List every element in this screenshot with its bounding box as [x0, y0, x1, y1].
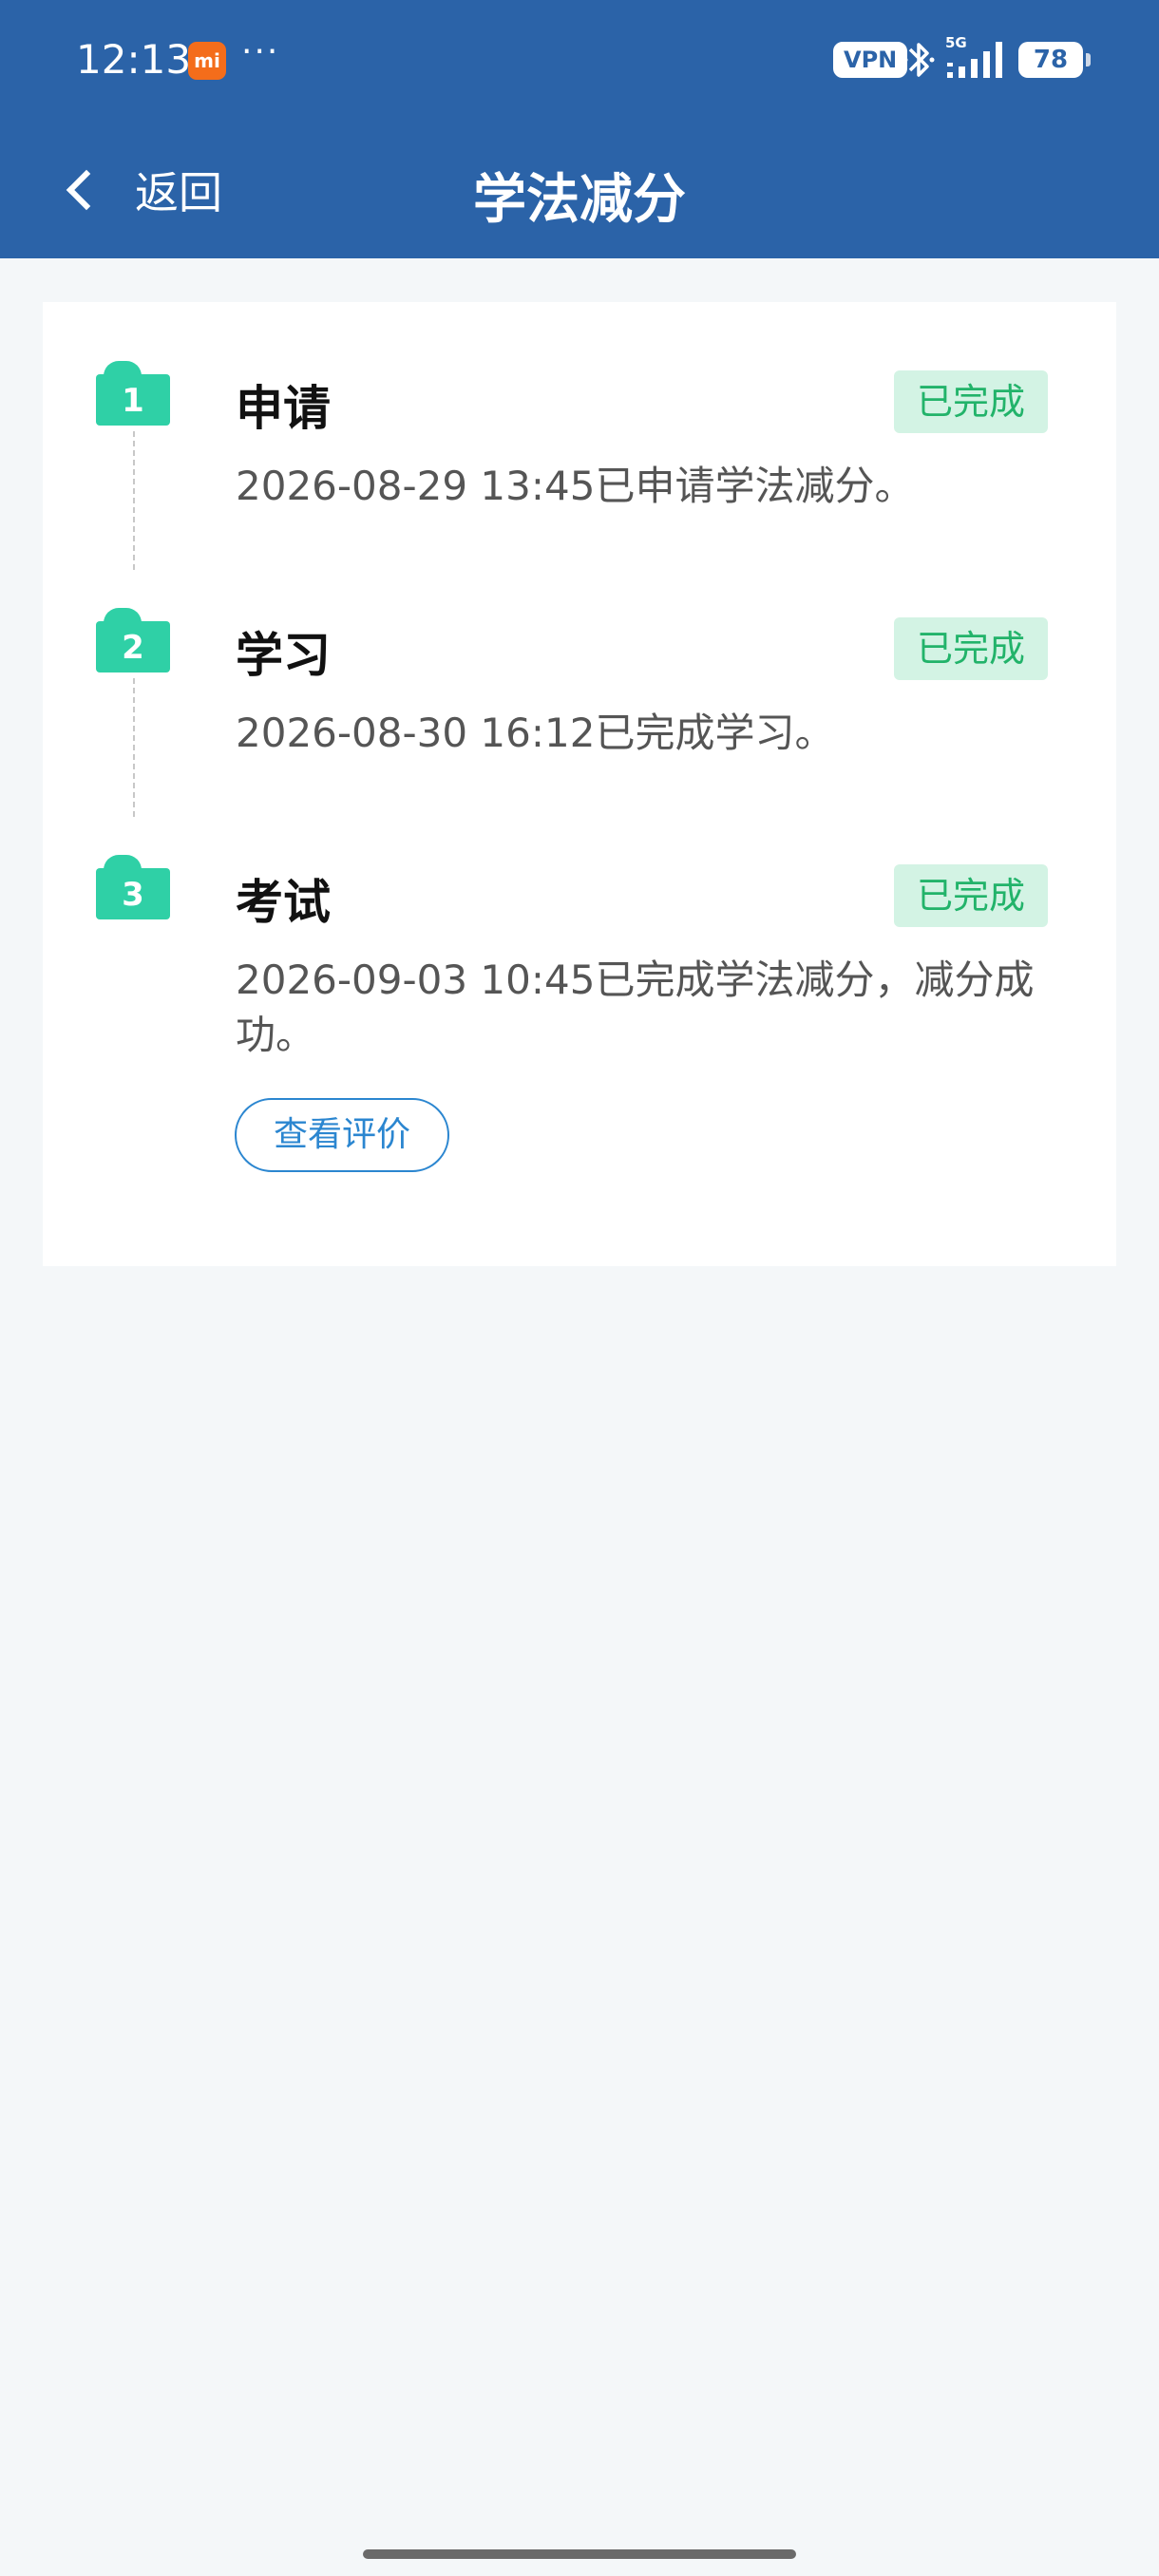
- status-badge: 已完成: [894, 864, 1048, 927]
- progress-card: 1 申请 已完成 2026-08-29 13:45已申请学法减分。 2 学习 已…: [43, 302, 1116, 1266]
- step-connector: [133, 678, 135, 817]
- status-badge: 已完成: [894, 370, 1048, 433]
- mi-app-icon: mi: [188, 42, 226, 80]
- signal-5g-icon: 5G: [945, 34, 1002, 78]
- status-bar: 12:13 mi ··· VPN 5G 78: [0, 0, 1159, 119]
- step-description: 2026-09-03 10:45已完成学法减分，减分成功。: [236, 957, 1035, 1058]
- step-description: 2026-08-29 13:45已申请学法减分。: [236, 463, 915, 509]
- step-number-badge: 2: [96, 608, 170, 672]
- vpn-icon: VPN: [833, 42, 908, 78]
- step-number-badge: 1: [96, 361, 170, 426]
- status-badge: 已完成: [894, 617, 1048, 680]
- step-title: 申请: [236, 381, 331, 436]
- network-type-label: 5G: [945, 34, 967, 51]
- more-notifications-icon: ···: [241, 32, 280, 71]
- step-description: 2026-08-30 16:12已完成学习。: [236, 710, 835, 756]
- view-review-button[interactable]: 查看评价: [235, 1098, 449, 1172]
- battery-icon: 78: [1018, 42, 1091, 78]
- page-title: 学法减分: [473, 169, 686, 231]
- step-number-badge: 3: [96, 855, 170, 919]
- step-title: 考试: [236, 875, 331, 930]
- step-title: 学习: [236, 628, 331, 683]
- step-connector: [133, 431, 135, 570]
- bluetooth-icon: [902, 43, 935, 77]
- app-header: 12:13 mi ··· VPN 5G 78 返回 学法减分: [0, 0, 1159, 258]
- home-indicator[interactable]: [363, 2549, 796, 2559]
- clock: 12:13: [76, 36, 192, 83]
